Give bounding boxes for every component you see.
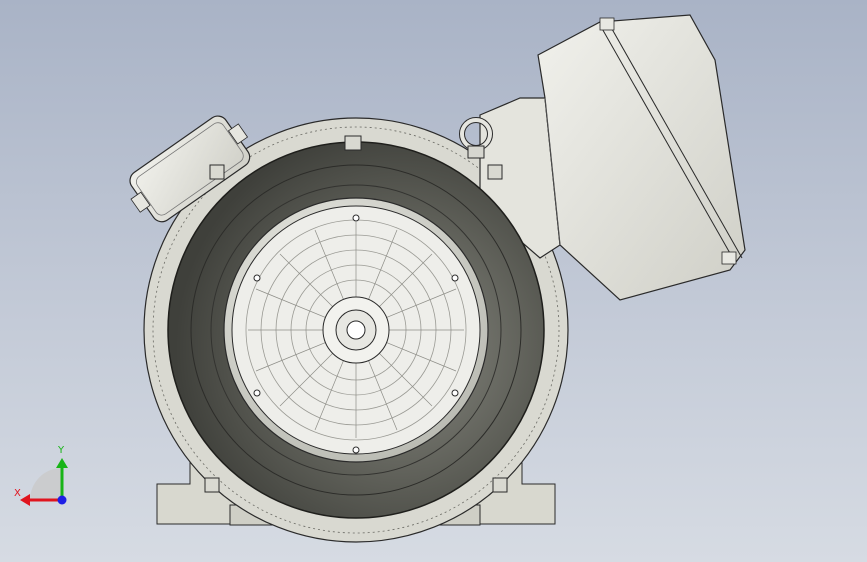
fan-guard	[223, 197, 489, 463]
y-axis-label: Y	[57, 445, 65, 456]
graphics-viewport[interactable]: Y X	[0, 0, 867, 562]
axis-triad: Y X	[14, 445, 68, 506]
y-axis-arrow-icon	[56, 458, 68, 468]
motor-model[interactable]: Y X	[0, 0, 867, 562]
z-axis-icon	[57, 495, 67, 505]
x-axis-arrow-icon	[20, 494, 30, 506]
x-axis-label: X	[14, 488, 21, 499]
